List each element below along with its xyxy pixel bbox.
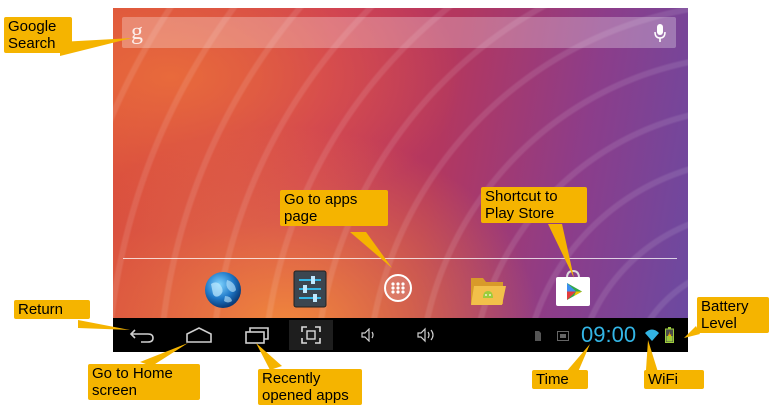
browser-globe-icon[interactable]: [203, 270, 243, 310]
all-apps-icon[interactable]: [383, 273, 413, 303]
callout-google-search: Google Search: [4, 17, 72, 53]
home-icon[interactable]: [185, 327, 213, 343]
callout-recent-apps: Recently opened apps: [258, 369, 362, 405]
callout-wifi: WiFi: [644, 370, 704, 389]
sd-card-icon: [535, 331, 541, 341]
volume-up-icon[interactable]: [417, 327, 437, 343]
play-store-icon[interactable]: [553, 268, 593, 308]
callout-home: Go to Home screen: [88, 364, 200, 400]
dock-divider: [123, 258, 677, 259]
navigation-bar: 09:00: [113, 318, 688, 352]
callout-battery: Battery Level: [697, 297, 769, 333]
google-logo-icon: g: [131, 19, 143, 45]
file-manager-icon[interactable]: [469, 272, 507, 308]
volume-down-icon[interactable]: [361, 328, 377, 342]
callout-play-store: Shortcut to Play Store: [481, 187, 587, 223]
back-icon[interactable]: [129, 327, 155, 343]
battery-icon: [665, 327, 674, 343]
callout-time: Time: [532, 370, 588, 389]
google-search-bar[interactable]: g: [122, 17, 676, 48]
screenshot-icon[interactable]: [301, 326, 321, 344]
callout-apps-page: Go to apps page: [280, 190, 388, 226]
home-screen: g 09:00: [113, 8, 688, 352]
recent-apps-icon[interactable]: [244, 326, 270, 344]
screenshot-notification-icon: [557, 331, 569, 341]
wifi-icon: [645, 329, 659, 341]
status-clock: 09:00: [581, 322, 637, 347]
microphone-icon[interactable]: [654, 24, 666, 42]
callout-return: Return: [14, 300, 90, 319]
settings-icon[interactable]: [293, 270, 327, 308]
